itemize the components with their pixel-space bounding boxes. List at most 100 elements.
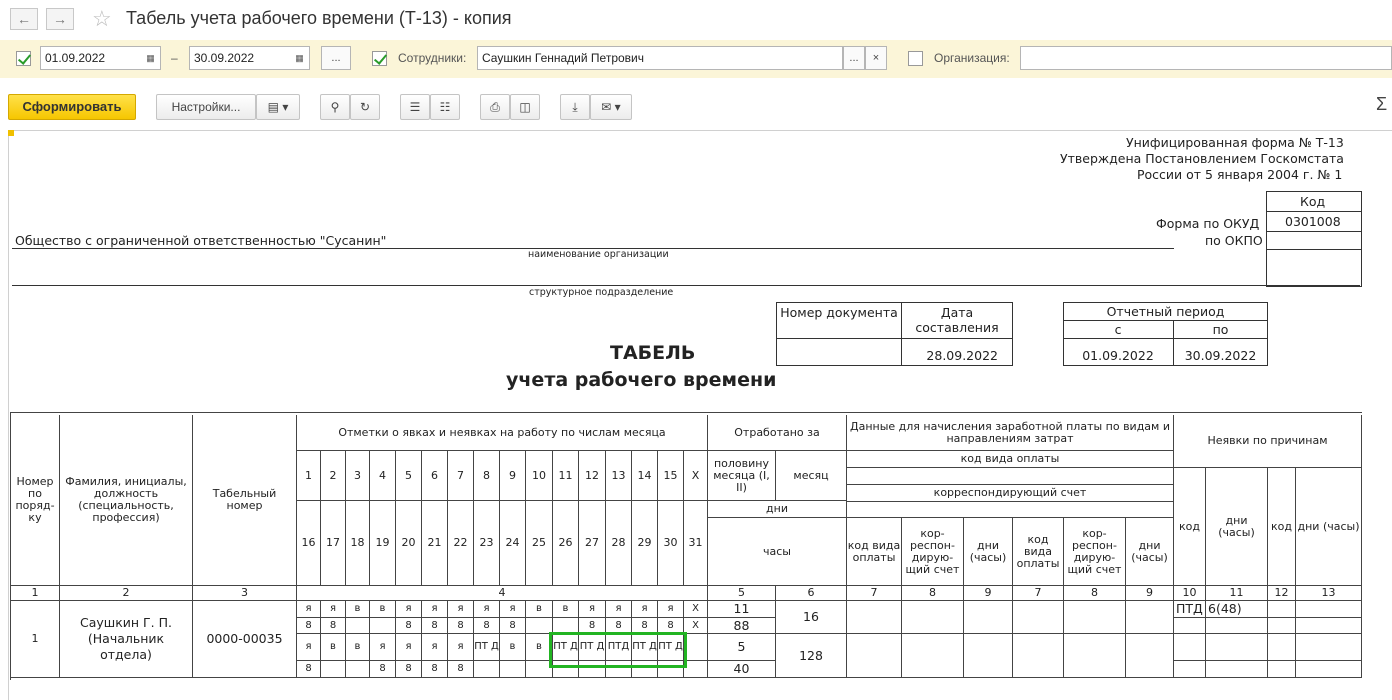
header-absence-sub: дни (часы) <box>1206 468 1268 586</box>
day-header-second-half: 26 <box>553 501 579 586</box>
period-checkbox[interactable] <box>16 51 31 66</box>
report-period-to: 30.09.2022 <box>1184 348 1257 363</box>
variants-icon[interactable]: ▤ ▾ <box>256 94 300 120</box>
period-from-label: с <box>1114 322 1122 337</box>
column-number: 6 <box>776 586 847 601</box>
clear-icon[interactable]: × <box>865 46 887 70</box>
day-mark: 8 <box>422 618 448 634</box>
day-mark: 8 <box>370 661 396 678</box>
day-mark: 8 <box>474 618 500 634</box>
day-mark: X <box>684 601 708 618</box>
column-number: 1 <box>11 586 60 601</box>
command-bar: Сформировать Настройки... ▤ ▾ ⚲ ↻ ☰ ☷ ⎙ … <box>0 84 1392 128</box>
day-mark: я <box>632 601 658 618</box>
organization-input[interactable] <box>1020 46 1392 70</box>
day-mark <box>684 634 708 661</box>
search-refresh-icon[interactable]: ↻ <box>350 94 380 120</box>
header-absence-sub: код <box>1174 468 1206 586</box>
header-number: Номер по поряд-ку <box>11 415 60 586</box>
generate-button[interactable]: Сформировать <box>8 94 136 120</box>
day-mark: 8 <box>448 661 474 678</box>
day-header-first-half: 7 <box>448 451 474 501</box>
search-icon[interactable]: ⚲ <box>320 94 350 120</box>
column-number: 5 <box>708 586 776 601</box>
day-header-second-half: 22 <box>448 501 474 586</box>
day-header-second-half: 31 <box>684 501 708 586</box>
collapse-groups-icon[interactable]: ☷ <box>430 94 460 120</box>
payroll-cell <box>1126 634 1174 678</box>
period-header: Отчетный период <box>1106 304 1225 319</box>
absence-cell <box>1206 634 1268 661</box>
employees-input[interactable]: Саушкин Геннадий Петрович <box>477 46 843 70</box>
day-mark: в <box>321 634 346 661</box>
column-number: 8 <box>902 586 964 601</box>
header-payroll-sub: кор-респон-дирую-щий счет <box>1064 518 1126 586</box>
day-header-second-half: 25 <box>526 501 553 586</box>
month-days: 16 <box>776 601 847 634</box>
day-mark: ПТ Д <box>474 634 500 661</box>
day-mark: я <box>606 601 632 618</box>
organization-checkbox[interactable] <box>908 51 923 66</box>
day-mark: в <box>500 634 526 661</box>
column-number: 3 <box>193 586 297 601</box>
absence-cell <box>1296 634 1362 661</box>
absence-cell <box>1174 661 1206 678</box>
day-header-first-half: 3 <box>346 451 370 501</box>
day-header-second-half: 24 <box>500 501 526 586</box>
day-mark: я <box>422 634 448 661</box>
back-icon[interactable]: ← <box>10 8 38 30</box>
sum-icon[interactable]: Σ <box>1376 94 1387 115</box>
payroll-cell <box>902 634 964 678</box>
day-header-second-half: 20 <box>396 501 422 586</box>
payroll-cell <box>964 601 1013 634</box>
code-box-line <box>1266 211 1362 212</box>
column-number: 7 <box>847 586 902 601</box>
calendar-icon[interactable]: ▦ <box>141 46 161 70</box>
day-mark: в <box>346 601 370 618</box>
absence-cell <box>1296 601 1362 618</box>
day-header-second-half: 23 <box>474 501 500 586</box>
day-mark: я <box>448 601 474 618</box>
day-header-second-half: 29 <box>632 501 658 586</box>
employee-tabnum: 0000-00035 <box>193 601 297 678</box>
period-dash: – <box>171 51 178 65</box>
day-mark <box>370 618 396 634</box>
payroll-cell <box>964 634 1013 678</box>
period-to-input[interactable]: 30.09.2022 <box>189 46 291 70</box>
employees-checkbox[interactable] <box>372 51 387 66</box>
day-mark <box>684 661 708 678</box>
period-select-button[interactable]: ... <box>321 46 351 70</box>
day-mark: 8 <box>422 661 448 678</box>
period-from-input[interactable]: 01.09.2022 <box>40 46 142 70</box>
day-header-first-half: X <box>684 451 708 501</box>
column-number: 9 <box>1126 586 1174 601</box>
payroll-cell <box>1013 601 1064 634</box>
forward-icon[interactable]: → <box>46 8 74 30</box>
expand-groups-icon[interactable]: ☰ <box>400 94 430 120</box>
report-title: ТАБЕЛЬ <box>610 342 696 364</box>
payroll-cell <box>1064 634 1126 678</box>
day-header-second-half: 21 <box>422 501 448 586</box>
calendar-icon[interactable]: ▦ <box>290 46 310 70</box>
header-payroll: Данные для начисления заработной платы п… <box>847 415 1174 451</box>
header-days: дни <box>708 501 847 518</box>
column-number: 4 <box>297 586 708 601</box>
day-mark <box>346 661 370 678</box>
absence-cell <box>1206 618 1268 634</box>
print-icon[interactable]: ⎙ <box>480 94 510 120</box>
day-header-first-half: 6 <box>422 451 448 501</box>
favorite-star-icon[interactable]: ☆ <box>92 6 112 32</box>
header-corr-account: корреспондирующий счет <box>847 485 1174 502</box>
header-payroll-sub: дни (часы) <box>964 518 1013 586</box>
save-icon[interactable]: ⤓ <box>560 94 590 120</box>
print-preview-icon[interactable]: ◫ <box>510 94 540 120</box>
email-icon[interactable]: ✉ ▾ <box>590 94 632 120</box>
date-value: 28.09.2022 <box>926 348 998 363</box>
day-mark: в <box>526 601 553 618</box>
settings-button[interactable]: Настройки... <box>156 94 256 120</box>
day-header-first-half: 9 <box>500 451 526 501</box>
code-header: Код <box>1300 194 1326 209</box>
day-mark: я <box>422 601 448 618</box>
day-header-second-half: 30 <box>658 501 684 586</box>
employees-select-button[interactable]: ... <box>843 46 865 70</box>
